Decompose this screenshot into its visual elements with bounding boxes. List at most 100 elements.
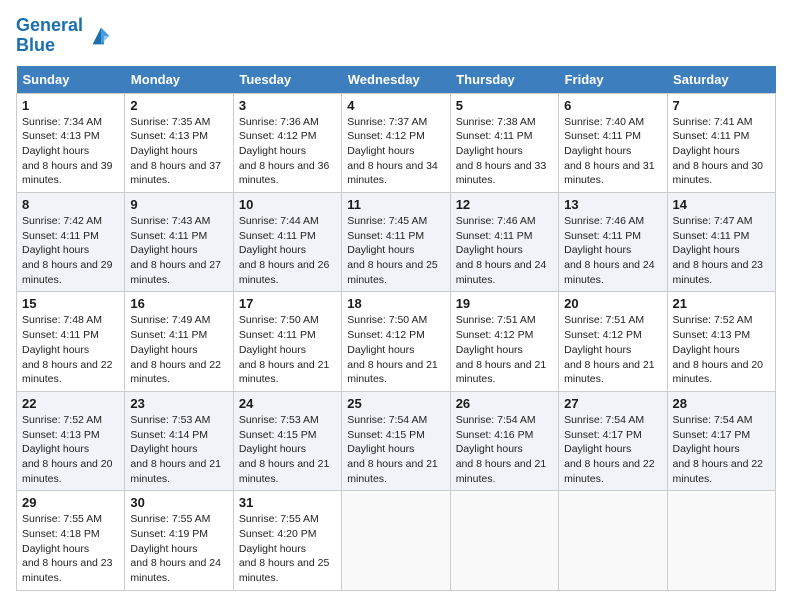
- day-number: 30: [130, 495, 227, 510]
- day-cell: 29 Sunrise: 7:55 AM Sunset: 4:18 PM Dayl…: [17, 491, 125, 590]
- weekday-header-saturday: Saturday: [667, 66, 775, 94]
- day-number: 17: [239, 296, 336, 311]
- day-cell: 17 Sunrise: 7:50 AM Sunset: 4:11 PM Dayl…: [233, 292, 341, 391]
- day-number: 11: [347, 197, 444, 212]
- day-cell: 4 Sunrise: 7:37 AM Sunset: 4:12 PM Dayli…: [342, 93, 450, 192]
- week-row-2: 8 Sunrise: 7:42 AM Sunset: 4:11 PM Dayli…: [17, 193, 776, 292]
- day-info: Sunrise: 7:46 AM Sunset: 4:11 PM Dayligh…: [456, 214, 553, 287]
- day-number: 6: [564, 98, 661, 113]
- day-number: 5: [456, 98, 553, 113]
- day-cell: 6 Sunrise: 7:40 AM Sunset: 4:11 PM Dayli…: [559, 93, 667, 192]
- day-number: 2: [130, 98, 227, 113]
- day-cell: 1 Sunrise: 7:34 AM Sunset: 4:13 PM Dayli…: [17, 93, 125, 192]
- day-info: Sunrise: 7:34 AM Sunset: 4:13 PM Dayligh…: [22, 115, 119, 188]
- day-info: Sunrise: 7:55 AM Sunset: 4:18 PM Dayligh…: [22, 512, 119, 585]
- day-number: 26: [456, 396, 553, 411]
- day-cell: 5 Sunrise: 7:38 AM Sunset: 4:11 PM Dayli…: [450, 93, 558, 192]
- day-cell: 30 Sunrise: 7:55 AM Sunset: 4:19 PM Dayl…: [125, 491, 233, 590]
- day-cell: [450, 491, 558, 590]
- day-info: Sunrise: 7:52 AM Sunset: 4:13 PM Dayligh…: [22, 413, 119, 486]
- day-number: 20: [564, 296, 661, 311]
- day-cell: 9 Sunrise: 7:43 AM Sunset: 4:11 PM Dayli…: [125, 193, 233, 292]
- weekday-header-row: SundayMondayTuesdayWednesdayThursdayFrid…: [17, 66, 776, 94]
- logo: GeneralBlue: [16, 16, 115, 56]
- day-number: 10: [239, 197, 336, 212]
- calendar-table: SundayMondayTuesdayWednesdayThursdayFrid…: [16, 66, 776, 591]
- day-info: Sunrise: 7:54 AM Sunset: 4:16 PM Dayligh…: [456, 413, 553, 486]
- day-number: 31: [239, 495, 336, 510]
- day-info: Sunrise: 7:54 AM Sunset: 4:17 PM Dayligh…: [564, 413, 661, 486]
- day-info: Sunrise: 7:38 AM Sunset: 4:11 PM Dayligh…: [456, 115, 553, 188]
- day-info: Sunrise: 7:40 AM Sunset: 4:11 PM Dayligh…: [564, 115, 661, 188]
- day-info: Sunrise: 7:42 AM Sunset: 4:11 PM Dayligh…: [22, 214, 119, 287]
- day-info: Sunrise: 7:55 AM Sunset: 4:20 PM Dayligh…: [239, 512, 336, 585]
- week-row-3: 15 Sunrise: 7:48 AM Sunset: 4:11 PM Dayl…: [17, 292, 776, 391]
- week-row-5: 29 Sunrise: 7:55 AM Sunset: 4:18 PM Dayl…: [17, 491, 776, 590]
- day-number: 27: [564, 396, 661, 411]
- day-cell: [342, 491, 450, 590]
- day-info: Sunrise: 7:36 AM Sunset: 4:12 PM Dayligh…: [239, 115, 336, 188]
- day-info: Sunrise: 7:46 AM Sunset: 4:11 PM Dayligh…: [564, 214, 661, 287]
- day-cell: 20 Sunrise: 7:51 AM Sunset: 4:12 PM Dayl…: [559, 292, 667, 391]
- logo-text: GeneralBlue: [16, 16, 83, 56]
- day-cell: 23 Sunrise: 7:53 AM Sunset: 4:14 PM Dayl…: [125, 391, 233, 490]
- day-info: Sunrise: 7:41 AM Sunset: 4:11 PM Dayligh…: [673, 115, 770, 188]
- day-number: 3: [239, 98, 336, 113]
- day-info: Sunrise: 7:51 AM Sunset: 4:12 PM Dayligh…: [456, 313, 553, 386]
- day-number: 14: [673, 197, 770, 212]
- logo-icon: [87, 22, 115, 50]
- day-cell: 3 Sunrise: 7:36 AM Sunset: 4:12 PM Dayli…: [233, 93, 341, 192]
- day-number: 8: [22, 197, 119, 212]
- day-info: Sunrise: 7:35 AM Sunset: 4:13 PM Dayligh…: [130, 115, 227, 188]
- day-info: Sunrise: 7:55 AM Sunset: 4:19 PM Dayligh…: [130, 512, 227, 585]
- day-cell: 21 Sunrise: 7:52 AM Sunset: 4:13 PM Dayl…: [667, 292, 775, 391]
- day-number: 22: [22, 396, 119, 411]
- day-number: 13: [564, 197, 661, 212]
- day-cell: 22 Sunrise: 7:52 AM Sunset: 4:13 PM Dayl…: [17, 391, 125, 490]
- day-number: 23: [130, 396, 227, 411]
- day-info: Sunrise: 7:50 AM Sunset: 4:11 PM Dayligh…: [239, 313, 336, 386]
- day-cell: 11 Sunrise: 7:45 AM Sunset: 4:11 PM Dayl…: [342, 193, 450, 292]
- day-info: Sunrise: 7:54 AM Sunset: 4:17 PM Dayligh…: [673, 413, 770, 486]
- day-number: 29: [22, 495, 119, 510]
- day-cell: 8 Sunrise: 7:42 AM Sunset: 4:11 PM Dayli…: [17, 193, 125, 292]
- day-info: Sunrise: 7:50 AM Sunset: 4:12 PM Dayligh…: [347, 313, 444, 386]
- week-row-1: 1 Sunrise: 7:34 AM Sunset: 4:13 PM Dayli…: [17, 93, 776, 192]
- day-cell: 28 Sunrise: 7:54 AM Sunset: 4:17 PM Dayl…: [667, 391, 775, 490]
- day-info: Sunrise: 7:47 AM Sunset: 4:11 PM Dayligh…: [673, 214, 770, 287]
- day-cell: 12 Sunrise: 7:46 AM Sunset: 4:11 PM Dayl…: [450, 193, 558, 292]
- day-cell: 26 Sunrise: 7:54 AM Sunset: 4:16 PM Dayl…: [450, 391, 558, 490]
- day-info: Sunrise: 7:43 AM Sunset: 4:11 PM Dayligh…: [130, 214, 227, 287]
- day-cell: 16 Sunrise: 7:49 AM Sunset: 4:11 PM Dayl…: [125, 292, 233, 391]
- day-info: Sunrise: 7:48 AM Sunset: 4:11 PM Dayligh…: [22, 313, 119, 386]
- day-number: 25: [347, 396, 444, 411]
- day-info: Sunrise: 7:37 AM Sunset: 4:12 PM Dayligh…: [347, 115, 444, 188]
- weekday-header-wednesday: Wednesday: [342, 66, 450, 94]
- day-info: Sunrise: 7:51 AM Sunset: 4:12 PM Dayligh…: [564, 313, 661, 386]
- day-number: 7: [673, 98, 770, 113]
- weekday-header-monday: Monday: [125, 66, 233, 94]
- week-row-4: 22 Sunrise: 7:52 AM Sunset: 4:13 PM Dayl…: [17, 391, 776, 490]
- day-cell: 7 Sunrise: 7:41 AM Sunset: 4:11 PM Dayli…: [667, 93, 775, 192]
- day-number: 21: [673, 296, 770, 311]
- header: GeneralBlue: [16, 16, 776, 56]
- day-cell: 27 Sunrise: 7:54 AM Sunset: 4:17 PM Dayl…: [559, 391, 667, 490]
- day-info: Sunrise: 7:49 AM Sunset: 4:11 PM Dayligh…: [130, 313, 227, 386]
- day-cell: 14 Sunrise: 7:47 AM Sunset: 4:11 PM Dayl…: [667, 193, 775, 292]
- day-number: 9: [130, 197, 227, 212]
- day-info: Sunrise: 7:54 AM Sunset: 4:15 PM Dayligh…: [347, 413, 444, 486]
- day-info: Sunrise: 7:53 AM Sunset: 4:14 PM Dayligh…: [130, 413, 227, 486]
- weekday-header-sunday: Sunday: [17, 66, 125, 94]
- day-number: 15: [22, 296, 119, 311]
- day-cell: [667, 491, 775, 590]
- day-cell: 24 Sunrise: 7:53 AM Sunset: 4:15 PM Dayl…: [233, 391, 341, 490]
- day-number: 16: [130, 296, 227, 311]
- day-cell: 19 Sunrise: 7:51 AM Sunset: 4:12 PM Dayl…: [450, 292, 558, 391]
- day-cell: 2 Sunrise: 7:35 AM Sunset: 4:13 PM Dayli…: [125, 93, 233, 192]
- day-number: 19: [456, 296, 553, 311]
- day-cell: 10 Sunrise: 7:44 AM Sunset: 4:11 PM Dayl…: [233, 193, 341, 292]
- day-cell: 25 Sunrise: 7:54 AM Sunset: 4:15 PM Dayl…: [342, 391, 450, 490]
- day-info: Sunrise: 7:53 AM Sunset: 4:15 PM Dayligh…: [239, 413, 336, 486]
- day-cell: [559, 491, 667, 590]
- day-cell: 13 Sunrise: 7:46 AM Sunset: 4:11 PM Dayl…: [559, 193, 667, 292]
